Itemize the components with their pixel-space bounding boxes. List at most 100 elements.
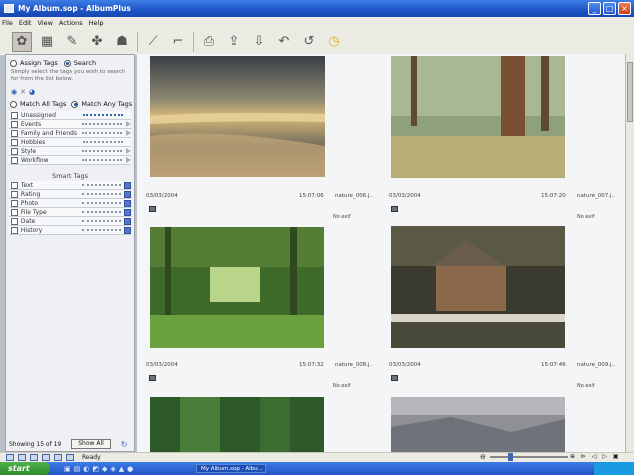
minimize-button[interactable]: _ — [588, 2, 601, 15]
view-list-icon[interactable] — [6, 454, 14, 461]
smart-tag-row-date[interactable]: Date — [9, 217, 131, 226]
help-icon[interactable]: ◕ — [29, 88, 35, 96]
exif-status: No exif — [333, 383, 351, 389]
smart-tag-row-rating[interactable]: Rating — [9, 190, 131, 199]
quick-launch-icons[interactable]: ▣▤◐◩◆◈▲● — [64, 465, 136, 473]
photo-thumbnail[interactable] — [150, 56, 325, 177]
tag-dots — [81, 219, 122, 223]
smart-tag-edit-icon[interactable] — [124, 199, 131, 207]
assign-tags-label: Assign Tags — [20, 59, 58, 67]
smart-tag-row-photo[interactable]: Photo — [9, 199, 131, 208]
expand-arrow-icon[interactable] — [126, 130, 131, 136]
playback-controls-icon[interactable]: ⊕ ⊳ ◁ ▷ ▣ — [570, 453, 621, 460]
smart-tag-row-filetype[interactable]: File Type — [9, 208, 131, 217]
start-button[interactable]: start — [0, 462, 50, 475]
export-button[interactable]: ⇩ — [249, 32, 269, 52]
tag-row-style[interactable]: Style — [9, 147, 131, 156]
tag-checkbox[interactable] — [11, 147, 18, 155]
expand-arrow-icon[interactable] — [126, 121, 131, 127]
match-any-label: Match Any Tags — [81, 100, 133, 108]
tag-row-unassigned[interactable]: Unassigned — [9, 111, 131, 120]
maximize-button[interactable]: □ — [603, 2, 616, 15]
tag-checkbox[interactable] — [11, 138, 18, 146]
expand-arrow-icon[interactable] — [126, 148, 131, 154]
smart-tag-edit-icon[interactable] — [124, 190, 131, 198]
zoom-slider-knob[interactable] — [508, 453, 513, 461]
tag-row-events[interactable]: Events — [9, 120, 131, 129]
toolbar-separator — [193, 31, 194, 52]
view-calendar-icon[interactable] — [66, 454, 74, 461]
smart-tag-row-text[interactable]: Text — [9, 181, 131, 190]
crop-button[interactable]: ⌐ — [168, 32, 188, 52]
grid-view-button[interactable]: ▦ — [37, 32, 57, 52]
tag-checkbox[interactable] — [11, 129, 18, 137]
search-radio[interactable] — [63, 59, 71, 67]
tag-dots — [81, 201, 122, 205]
scrollbar-thumb[interactable] — [627, 62, 633, 122]
show-all-button[interactable]: Show All — [71, 439, 111, 449]
tag-checkbox[interactable] — [11, 217, 18, 225]
undo-button[interactable]: ↺ — [299, 32, 319, 52]
photo-time: 15:07:46 — [541, 362, 566, 368]
tag-row-workflow[interactable]: Workflow — [9, 156, 131, 165]
tag-row-hobbies[interactable]: Hobbies — [9, 138, 131, 147]
toolbar: ✿ ▦ ✎ ✤ ☗ ⟋ ⌐ ⎙ ⇪ ⇩ ↶ ↺ ◷ — [0, 28, 634, 56]
refresh-icon[interactable]: ↻ — [121, 440, 128, 449]
result-count: Showing 15 of 19 — [9, 440, 62, 448]
menu-help[interactable]: Help — [89, 19, 104, 27]
clear-icon[interactable]: ✕ — [20, 88, 26, 96]
expand-arrow-icon[interactable] — [126, 157, 131, 163]
view-timeline-icon[interactable] — [54, 454, 62, 461]
tag-label: File Type — [20, 208, 47, 216]
menu-actions[interactable]: Actions — [59, 19, 83, 27]
view-grid-icon[interactable] — [18, 454, 26, 461]
gallery-scrollbar[interactable] — [625, 54, 634, 452]
tag-dots — [82, 122, 122, 126]
share-button[interactable]: ⇪ — [224, 32, 244, 52]
photo-thumbnail[interactable] — [391, 397, 565, 452]
menu-view[interactable]: View — [37, 19, 52, 27]
tag-checkbox[interactable] — [11, 199, 18, 207]
photo-thumbnail[interactable] — [150, 397, 324, 452]
people-button[interactable]: ☗ — [112, 32, 132, 52]
view-folder-icon[interactable] — [30, 454, 38, 461]
tag-checkbox[interactable] — [11, 226, 18, 234]
smart-tag-row-history[interactable]: History — [9, 226, 131, 235]
match-any-radio[interactable] — [71, 100, 79, 108]
tag-dots — [83, 140, 123, 144]
photo-thumbnail[interactable] — [391, 56, 565, 178]
menu-file[interactable]: File — [2, 19, 13, 27]
zoom-out-icon[interactable]: ⊖ — [480, 453, 486, 461]
tags-button[interactable]: ✤ — [87, 32, 107, 52]
smart-tag-edit-icon[interactable] — [124, 181, 131, 189]
smart-tag-edit-icon[interactable] — [124, 226, 131, 234]
import-button[interactable]: ✎ — [62, 32, 82, 52]
smart-tag-edit-icon[interactable] — [124, 217, 131, 225]
photo-thumbnail[interactable] — [150, 227, 324, 348]
edit-wand-button[interactable]: ⟋ — [143, 32, 163, 52]
tag-dots — [83, 113, 123, 117]
print-button[interactable]: ⎙ — [199, 32, 219, 52]
assign-tags-radio[interactable] — [10, 59, 17, 67]
menu-edit[interactable]: Edit — [19, 19, 32, 27]
photo-filename: nature_008.j.. — [335, 362, 374, 368]
tag-checkbox[interactable] — [11, 208, 18, 216]
rotate-button[interactable]: ↶ — [274, 32, 294, 52]
taskbar-window-item[interactable]: My Album.sop - Albu... — [196, 464, 266, 473]
timeline-clock-icon[interactable]: ◷ — [324, 32, 344, 52]
close-button[interactable]: × — [618, 2, 631, 15]
search-icon[interactable]: ◉ — [11, 88, 17, 96]
tag-checkbox[interactable] — [11, 120, 18, 128]
tag-checkbox[interactable] — [11, 181, 18, 189]
photo-thumbnail[interactable] — [391, 226, 565, 348]
tag-row-family[interactable]: Family and Friends — [9, 129, 131, 138]
zoom-slider[interactable] — [490, 456, 568, 458]
view-tag-icon[interactable] — [42, 454, 50, 461]
match-all-radio[interactable] — [10, 100, 17, 108]
tag-checkbox[interactable] — [11, 156, 18, 164]
smart-tag-edit-icon[interactable] — [124, 208, 131, 216]
tag-checkbox[interactable] — [11, 190, 18, 198]
exif-status: No exif — [577, 214, 595, 220]
tag-checkbox[interactable] — [11, 111, 18, 119]
tag-view-button[interactable]: ✿ — [12, 31, 32, 52]
